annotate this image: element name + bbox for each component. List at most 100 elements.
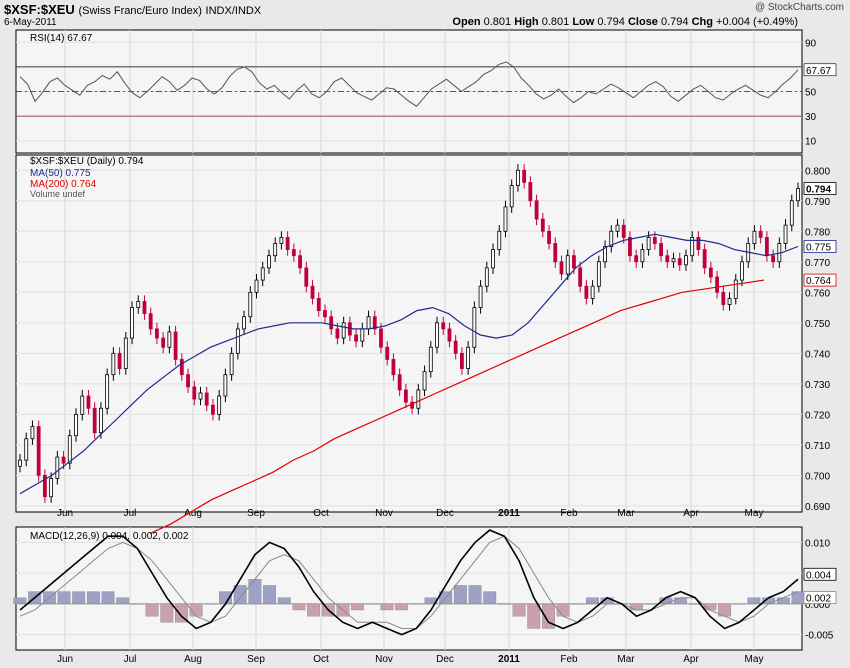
macd-legend: MACD(12,26,9) 0.004, 0.002, 0.002 bbox=[30, 531, 189, 542]
x-month-label: Nov bbox=[375, 654, 393, 665]
candle-body bbox=[86, 395, 91, 409]
x-month-label: Jul bbox=[124, 508, 137, 519]
macd-hist-bar bbox=[72, 591, 86, 605]
candle-body bbox=[422, 371, 427, 391]
x-month-label: Aug bbox=[184, 654, 202, 665]
candle-body bbox=[379, 328, 383, 348]
candle-body bbox=[740, 261, 744, 281]
price-tick-label: 0.790 bbox=[805, 197, 830, 208]
candle-body bbox=[721, 291, 726, 305]
rsi-legend: RSI(14) 67.67 bbox=[30, 33, 93, 44]
candle-body bbox=[323, 310, 327, 318]
macd-tick-label: 0.010 bbox=[805, 538, 830, 549]
x-month-label: Dec bbox=[436, 654, 454, 665]
candle-body bbox=[665, 255, 670, 263]
candle-body bbox=[366, 316, 371, 330]
macd-hist-bar bbox=[674, 597, 687, 605]
candle-body bbox=[509, 185, 514, 208]
candle-body bbox=[596, 261, 601, 287]
candle-body bbox=[92, 407, 97, 434]
candle-body bbox=[211, 404, 215, 415]
candle-body bbox=[18, 459, 22, 467]
macd-hist-bar bbox=[409, 603, 423, 605]
x-month-label: 2011 bbox=[498, 508, 520, 519]
price-last-close: 0.794 bbox=[806, 185, 831, 196]
macd-hist-bar bbox=[644, 603, 658, 605]
candle-body bbox=[534, 200, 539, 220]
x-month-label: Jun bbox=[57, 654, 73, 665]
candle-body bbox=[403, 389, 408, 403]
price-tick-label: 0.730 bbox=[805, 380, 830, 391]
candle-body bbox=[235, 328, 240, 354]
candle-body bbox=[260, 267, 265, 281]
macd-hist-bar bbox=[86, 591, 100, 605]
candle-body bbox=[652, 236, 657, 244]
x-month-label: 2011 bbox=[498, 654, 520, 665]
x-month-label: Apr bbox=[683, 654, 699, 665]
candle-body bbox=[335, 328, 340, 339]
candle-body bbox=[304, 267, 309, 287]
candle-body bbox=[764, 236, 769, 257]
candle-body bbox=[279, 236, 284, 244]
candle-body bbox=[615, 224, 620, 232]
price-tick-label: 0.760 bbox=[805, 288, 830, 299]
price-legend-ma50: MA(50) 0.775 bbox=[30, 168, 91, 179]
candle-body bbox=[472, 307, 477, 348]
macd-hist-bar bbox=[365, 603, 379, 605]
candle-body bbox=[310, 285, 315, 299]
candle-body bbox=[155, 328, 159, 339]
candle-body bbox=[640, 249, 645, 263]
candle-body bbox=[547, 230, 551, 244]
candle-body bbox=[559, 261, 564, 275]
candle-body bbox=[428, 346, 433, 373]
macd-hist-bar bbox=[160, 603, 174, 623]
candle-body bbox=[441, 322, 446, 330]
candle-body bbox=[329, 316, 334, 330]
macd-hist-bar bbox=[395, 603, 409, 611]
macd-hist-bar bbox=[380, 603, 394, 611]
candle-body bbox=[391, 359, 396, 376]
candle-body bbox=[708, 267, 713, 278]
candle-body bbox=[242, 316, 246, 330]
macd-hist-bar bbox=[732, 603, 746, 605]
macd-hist-bar bbox=[101, 591, 115, 605]
price-tick-label: 0.750 bbox=[805, 319, 830, 330]
candle-body bbox=[316, 298, 321, 312]
price-legend-main: $XSF:$XEU (Daily) 0.794 bbox=[30, 156, 144, 167]
candle-body bbox=[36, 426, 41, 476]
price-tick-label: 0.780 bbox=[805, 227, 830, 238]
x-month-label: Aug bbox=[184, 508, 202, 519]
candle-body bbox=[771, 255, 776, 263]
candle-body bbox=[99, 407, 103, 434]
x-month-label: Sep bbox=[247, 654, 265, 665]
macd-hist-bar bbox=[292, 603, 306, 611]
price-last-ma50: 0.775 bbox=[806, 243, 831, 254]
x-month-label: Oct bbox=[313, 508, 329, 519]
candle-body bbox=[111, 352, 116, 376]
macd-hist-bar bbox=[571, 603, 585, 605]
candle-body bbox=[565, 255, 570, 275]
x-month-label: Jul bbox=[124, 654, 137, 665]
x-month-label: Feb bbox=[560, 654, 578, 665]
x-month-label: Apr bbox=[683, 508, 699, 519]
x-month-label: Mar bbox=[617, 508, 635, 519]
candle-body bbox=[80, 395, 85, 415]
candle-body bbox=[179, 359, 184, 376]
x-month-label: May bbox=[745, 508, 764, 519]
macd-hist-bar bbox=[747, 597, 761, 605]
candle-body bbox=[789, 200, 794, 226]
rsi-tick-label: 50 bbox=[805, 88, 817, 99]
candle-body bbox=[285, 236, 290, 250]
macd-last-label: 0.004 bbox=[806, 570, 831, 581]
candle-body bbox=[161, 337, 166, 348]
stock-chart: Jun Jul Aug Sep Oct Nov Dec 2011 Feb Mar Apr May Jun… bbox=[13, 29, 837, 665]
candle-body bbox=[628, 236, 632, 257]
macd-hist-bar bbox=[131, 603, 144, 605]
candle-body bbox=[167, 331, 172, 348]
candle-body bbox=[24, 438, 29, 461]
macd-hist-bar bbox=[248, 579, 262, 605]
price-tick-label: 0.800 bbox=[805, 166, 830, 177]
candle-body bbox=[148, 313, 153, 330]
macd-hist-bar bbox=[145, 603, 159, 617]
x-month-label: Oct bbox=[313, 654, 329, 665]
